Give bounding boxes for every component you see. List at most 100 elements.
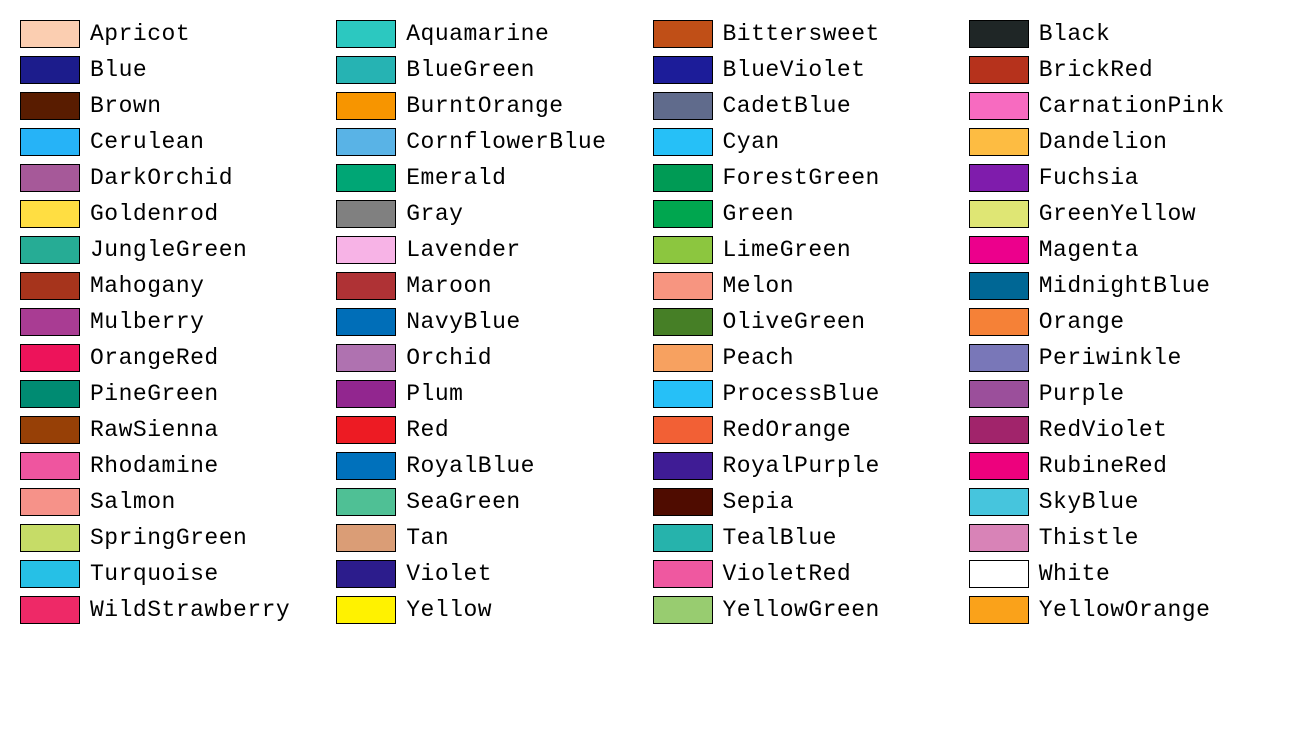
color-swatch (969, 236, 1029, 264)
color-item: Blue (20, 56, 332, 84)
color-item: BlueGreen (336, 56, 648, 84)
color-swatch (20, 596, 80, 624)
color-swatch (969, 56, 1029, 84)
color-label: Sepia (723, 489, 795, 515)
color-item: BlueViolet (653, 56, 965, 84)
color-swatch (336, 344, 396, 372)
color-swatch (20, 92, 80, 120)
color-swatch (20, 452, 80, 480)
color-label: ProcessBlue (723, 381, 880, 407)
color-swatch (20, 236, 80, 264)
color-swatch (653, 272, 713, 300)
color-item: Turquoise (20, 560, 332, 588)
color-item: CarnationPink (969, 92, 1281, 120)
color-label: Yellow (406, 597, 492, 623)
color-label: Melon (723, 273, 795, 299)
color-item: BrickRed (969, 56, 1281, 84)
color-swatch (653, 164, 713, 192)
color-label: Gray (406, 201, 463, 227)
color-item: Magenta (969, 236, 1281, 264)
color-swatch (969, 92, 1029, 120)
color-item: SkyBlue (969, 488, 1281, 516)
color-label: WildStrawberry (90, 597, 290, 623)
color-swatch (969, 344, 1029, 372)
color-label: Black (1039, 21, 1111, 47)
color-label: NavyBlue (406, 309, 520, 335)
color-swatch (20, 164, 80, 192)
color-item: OrangeRed (20, 344, 332, 372)
color-item: Green (653, 200, 965, 228)
color-item: Thistle (969, 524, 1281, 552)
color-label: Periwinkle (1039, 345, 1182, 371)
color-swatch (653, 200, 713, 228)
color-swatch (20, 344, 80, 372)
color-swatch (653, 416, 713, 444)
color-label: RedOrange (723, 417, 852, 443)
color-label: Magenta (1039, 237, 1139, 263)
color-label: Fuchsia (1039, 165, 1139, 191)
color-swatch (653, 344, 713, 372)
color-label: Salmon (90, 489, 176, 515)
color-swatch (653, 380, 713, 408)
color-label: JungleGreen (90, 237, 247, 263)
color-label: Orange (1039, 309, 1125, 335)
color-label: OliveGreen (723, 309, 866, 335)
color-swatch-grid: ApricotAquamarineBittersweetBlackBlueBlu… (20, 20, 1281, 624)
color-swatch (20, 524, 80, 552)
color-item: Lavender (336, 236, 648, 264)
color-swatch (336, 452, 396, 480)
color-label: BlueViolet (723, 57, 866, 83)
color-label: Goldenrod (90, 201, 219, 227)
color-label: Lavender (406, 237, 520, 263)
color-swatch (336, 488, 396, 516)
color-swatch (336, 308, 396, 336)
color-swatch (336, 200, 396, 228)
color-item: YellowOrange (969, 596, 1281, 624)
color-label: Dandelion (1039, 129, 1168, 155)
color-swatch (653, 56, 713, 84)
color-item: Cerulean (20, 128, 332, 156)
color-label: RoyalBlue (406, 453, 535, 479)
color-label: Peach (723, 345, 795, 371)
color-item: SpringGreen (20, 524, 332, 552)
color-label: Cerulean (90, 129, 204, 155)
color-label: Maroon (406, 273, 492, 299)
color-label: BrickRed (1039, 57, 1153, 83)
color-swatch (653, 524, 713, 552)
color-label: Violet (406, 561, 492, 587)
color-item: DarkOrchid (20, 164, 332, 192)
color-swatch (20, 56, 80, 84)
color-swatch (336, 524, 396, 552)
color-item: NavyBlue (336, 308, 648, 336)
color-label: Brown (90, 93, 162, 119)
color-label: MidnightBlue (1039, 273, 1211, 299)
color-item: CadetBlue (653, 92, 965, 120)
color-label: CarnationPink (1039, 93, 1225, 119)
color-swatch (653, 92, 713, 120)
color-swatch (969, 128, 1029, 156)
color-label: RoyalPurple (723, 453, 880, 479)
color-item: WildStrawberry (20, 596, 332, 624)
color-swatch (20, 308, 80, 336)
color-label: VioletRed (723, 561, 852, 587)
color-label: CornflowerBlue (406, 129, 606, 155)
color-item: Red (336, 416, 648, 444)
color-label: Cyan (723, 129, 780, 155)
color-item: Maroon (336, 272, 648, 300)
color-item: Fuchsia (969, 164, 1281, 192)
color-item: ForestGreen (653, 164, 965, 192)
color-item: RoyalBlue (336, 452, 648, 480)
color-swatch (653, 20, 713, 48)
color-swatch (969, 524, 1029, 552)
color-swatch (20, 488, 80, 516)
color-item: SeaGreen (336, 488, 648, 516)
color-label: Red (406, 417, 449, 443)
color-swatch (20, 272, 80, 300)
color-item: Mulberry (20, 308, 332, 336)
color-item: OliveGreen (653, 308, 965, 336)
color-swatch (969, 272, 1029, 300)
color-item: RedOrange (653, 416, 965, 444)
color-swatch (336, 272, 396, 300)
color-label: SeaGreen (406, 489, 520, 515)
color-swatch (20, 380, 80, 408)
